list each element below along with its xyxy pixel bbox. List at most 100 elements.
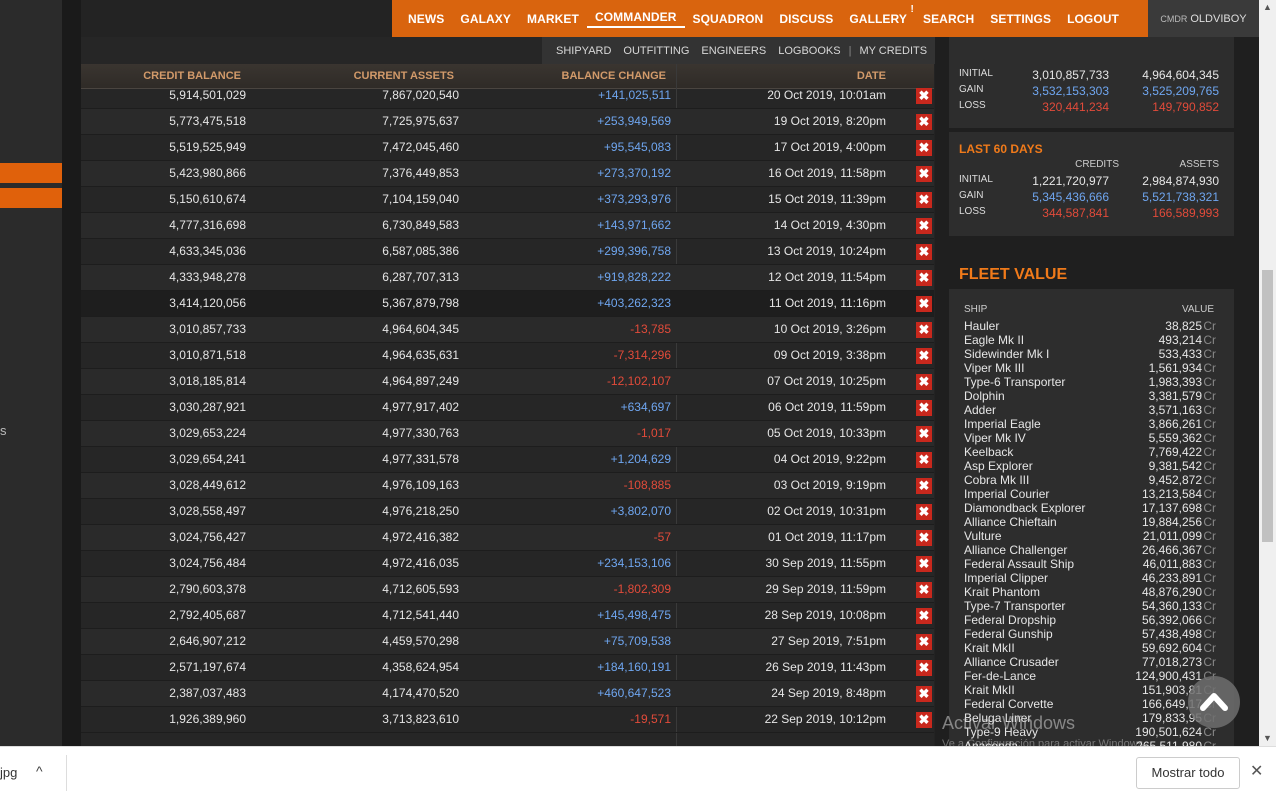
nav-item-label: GALLERY	[849, 11, 907, 26]
table-row: 4,777,316,698 6,730,849,583 +143,971,662 14…	[81, 213, 934, 239]
ship-name[interactable]: Imperial Clipper	[964, 571, 1048, 585]
fleet-ship-row: Hauler 38,825 Cr	[964, 319, 1216, 333]
ship-name[interactable]: Hauler	[964, 319, 999, 333]
scroll-down-arrow-icon[interactable]: ▼	[1263, 733, 1272, 743]
delete-entry-icon[interactable]: ✖	[916, 400, 932, 416]
nav-item-market[interactable]: MARKET	[519, 12, 587, 26]
header-date[interactable]: DATE	[857, 70, 886, 82]
subnav-item-engineers[interactable]: ENGINEERS	[695, 45, 772, 57]
balance-change-cell: +403,262,323	[597, 296, 671, 310]
table-row: 5,773,475,518 7,725,975,637 +253,949,569 19…	[81, 109, 934, 135]
ship-name[interactable]: Fer-de-Lance	[964, 669, 1036, 683]
ship-name[interactable]: Federal Dropship	[964, 613, 1056, 627]
delete-entry-icon[interactable]: ✖	[916, 114, 932, 130]
delete-entry-icon[interactable]: ✖	[916, 218, 932, 234]
ship-name[interactable]: Sidewinder Mk I	[964, 347, 1049, 361]
nav-item-gallery[interactable]: GALLERY!	[841, 4, 915, 26]
balance-change-cell: -108,885	[623, 478, 671, 492]
nav-item-discuss[interactable]: DISCUSS	[771, 12, 841, 26]
delete-entry-icon[interactable]: ✖	[916, 504, 932, 520]
ship-name[interactable]: Krait MkII	[964, 683, 1015, 697]
ship-name[interactable]: Eagle Mk II	[964, 333, 1024, 347]
ship-name[interactable]: Cobra Mk III	[964, 473, 1029, 487]
delete-entry-icon[interactable]: ✖	[916, 608, 932, 624]
ship-value: 1,983,393	[1148, 375, 1202, 389]
header-credit-balance[interactable]: CREDIT BALANCE	[143, 70, 241, 82]
ship-value: 9,381,542	[1148, 459, 1202, 473]
nav-item-search[interactable]: SEARCH	[915, 12, 982, 26]
table-row: 4,333,948,278 6,287,707,313 +919,828,222 12…	[81, 265, 934, 291]
subnav-item-logbooks[interactable]: LOGBOOKS	[772, 45, 846, 57]
ship-name[interactable]: Diamondback Explorer	[964, 501, 1085, 515]
ship-value: 13,213,584	[1141, 487, 1202, 501]
delete-entry-icon[interactable]: ✖	[916, 556, 932, 572]
ship-name[interactable]: Adder	[964, 403, 996, 417]
show-all-button[interactable]: Mostrar todo	[1136, 757, 1240, 789]
ship-name[interactable]: Asp Explorer	[964, 459, 1033, 473]
ship-name[interactable]: Federal Corvette	[964, 697, 1053, 711]
left-sidebar: s	[0, 0, 74, 746]
delete-entry-icon[interactable]: ✖	[916, 140, 932, 156]
ship-name[interactable]: Dolphin	[964, 389, 1005, 403]
download-file-name[interactable]: jpg	[0, 765, 17, 780]
page-scrollbar[interactable]: ▲ ▼	[1259, 0, 1276, 746]
ship-name[interactable]: Federal Assault Ship	[964, 557, 1074, 571]
delete-entry-icon[interactable]: ✖	[916, 88, 932, 104]
ship-name[interactable]: Imperial Courier	[964, 487, 1049, 501]
scrollbar-thumb[interactable]	[1262, 270, 1273, 542]
delete-entry-icon[interactable]: ✖	[916, 374, 932, 390]
ship-name[interactable]: Alliance Crusader	[964, 655, 1059, 669]
sidebar-active-tab[interactable]	[0, 163, 74, 183]
sidebar-tab[interactable]	[0, 188, 74, 208]
ship-name[interactable]: Imperial Eagle	[964, 417, 1041, 431]
scroll-to-top-button[interactable]	[1188, 676, 1240, 728]
fleet-ship-row: Krait Phantom 48,876,290 Cr	[964, 585, 1216, 599]
ship-name[interactable]: Keelback	[964, 445, 1013, 459]
delete-entry-icon[interactable]: ✖	[916, 582, 932, 598]
scroll-up-arrow-icon[interactable]: ▲	[1263, 2, 1272, 12]
delete-entry-icon[interactable]: ✖	[916, 244, 932, 260]
ship-currency: Cr	[1203, 473, 1216, 487]
delete-entry-icon[interactable]: ✖	[916, 530, 932, 546]
nav-item-squadron[interactable]: SQUADRON	[685, 12, 772, 26]
delete-entry-icon[interactable]: ✖	[916, 270, 932, 286]
delete-entry-icon[interactable]: ✖	[916, 296, 932, 312]
nav-item-settings[interactable]: SETTINGS	[982, 12, 1059, 26]
current-assets-cell: 5,367,879,798	[382, 296, 459, 310]
ship-name[interactable]: Type-7 Transporter	[964, 599, 1065, 613]
nav-item-logout[interactable]: LOGOUT	[1059, 12, 1127, 26]
header-current-assets[interactable]: CURRENT ASSETS	[354, 70, 454, 82]
delete-entry-icon[interactable]: ✖	[916, 660, 932, 676]
subnav-item-shipyard[interactable]: SHIPYARD	[550, 45, 617, 57]
header-balance-change[interactable]: BALANCE CHANGE	[562, 70, 667, 82]
ship-name[interactable]: Krait Phantom	[964, 585, 1040, 599]
ship-name[interactable]: Alliance Chieftain	[964, 515, 1057, 529]
commander-badge[interactable]: CMDR OLDVIBOY	[1148, 0, 1259, 37]
nav-item-galaxy[interactable]: GALAXY	[452, 12, 519, 26]
delete-entry-icon[interactable]: ✖	[916, 426, 932, 442]
ship-name[interactable]: Federal Gunship	[964, 627, 1053, 641]
subnav-item-my-credits[interactable]: MY CREDITS	[853, 45, 933, 57]
nav-item-commander[interactable]: COMMANDER	[586, 10, 685, 28]
delete-entry-icon[interactable]: ✖	[916, 166, 932, 182]
fleet-ship-row: Cobra Mk III 9,452,872 Cr	[964, 473, 1216, 487]
delete-entry-icon[interactable]: ✖	[916, 686, 932, 702]
delete-entry-icon[interactable]: ✖	[916, 322, 932, 338]
delete-entry-icon[interactable]: ✖	[916, 192, 932, 208]
balance-change-cell: +919,828,222	[597, 270, 671, 284]
ship-name[interactable]: Vulture	[964, 529, 1002, 543]
nav-item-news[interactable]: NEWS	[400, 12, 452, 26]
ship-name[interactable]: Viper Mk IV	[964, 431, 1026, 445]
ship-name[interactable]: Viper Mk III	[964, 361, 1024, 375]
close-icon[interactable]: ✕	[1250, 761, 1263, 781]
ship-name[interactable]: Alliance Challenger	[964, 543, 1067, 557]
ship-name[interactable]: Krait MkII	[964, 641, 1015, 655]
delete-entry-icon[interactable]: ✖	[916, 712, 932, 728]
delete-entry-icon[interactable]: ✖	[916, 348, 932, 364]
download-options-icon[interactable]: ^	[36, 763, 43, 779]
delete-entry-icon[interactable]: ✖	[916, 452, 932, 468]
delete-entry-icon[interactable]: ✖	[916, 634, 932, 650]
ship-name[interactable]: Type-6 Transporter	[964, 375, 1065, 389]
delete-entry-icon[interactable]: ✖	[916, 478, 932, 494]
subnav-item-outfitting[interactable]: OUTFITTING	[617, 45, 695, 57]
